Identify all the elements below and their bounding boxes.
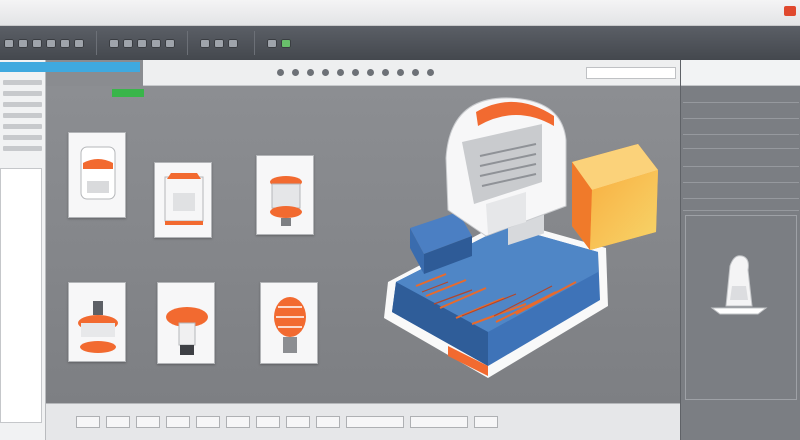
view-mode-button[interactable] (346, 416, 404, 428)
part-thumbnail[interactable] (256, 155, 314, 235)
property-row[interactable] (683, 92, 799, 103)
wireframe-icon[interactable] (367, 69, 374, 76)
ribbon-group-edit (109, 38, 175, 48)
paste-icon[interactable] (165, 38, 175, 48)
part-thumbnail[interactable] (68, 282, 126, 362)
view-cube-icon[interactable] (382, 69, 389, 76)
measure-icon[interactable] (267, 38, 277, 48)
render-icon[interactable] (281, 38, 291, 48)
part-preview-icon (80, 146, 116, 200)
status-bar (46, 403, 680, 440)
view-top-button[interactable] (106, 416, 130, 428)
redo-icon[interactable] (123, 38, 133, 48)
save-icon[interactable] (32, 38, 42, 48)
part-preview-icon (164, 173, 204, 225)
print-icon[interactable] (46, 38, 56, 48)
export-icon[interactable] (60, 38, 70, 48)
property-row[interactable] (683, 172, 799, 183)
part-thumbnail[interactable] (157, 282, 215, 364)
display-mode-button[interactable] (410, 416, 468, 428)
tree-item[interactable] (3, 135, 42, 140)
part-thumbnail[interactable] (154, 162, 212, 238)
tree-item[interactable] (3, 124, 42, 129)
view-bottom-button[interactable] (226, 416, 250, 428)
part-preview-icon (710, 255, 768, 315)
light-icon[interactable] (397, 69, 404, 76)
tree-item[interactable] (3, 102, 42, 107)
ribbon-group-tools (267, 38, 295, 48)
new-icon[interactable] (4, 38, 14, 48)
close-icon[interactable] (784, 6, 796, 16)
camera-icon[interactable] (412, 69, 419, 76)
tree-item[interactable] (3, 91, 42, 96)
part-preview-icon (270, 176, 302, 226)
cad-window (0, 0, 800, 440)
ribbon-separator (96, 31, 97, 55)
ribbon-toolbar (0, 26, 800, 60)
units-button[interactable] (474, 416, 498, 428)
view-back-button[interactable] (196, 416, 220, 428)
part-preview-icon (274, 297, 306, 353)
fillet-icon[interactable] (228, 38, 238, 48)
undo-icon[interactable] (109, 38, 119, 48)
extrude-icon[interactable] (214, 38, 224, 48)
progress-indicator (112, 89, 144, 97)
sketch-icon[interactable] (200, 38, 210, 48)
part-preview-icon (166, 307, 208, 355)
part-thumbnail[interactable] (260, 282, 318, 364)
menu-bar (0, 0, 800, 26)
shade-icon[interactable] (352, 69, 359, 76)
property-row[interactable] (683, 138, 799, 149)
property-row[interactable] (683, 200, 799, 211)
view-section-button[interactable] (316, 416, 340, 428)
part-preview-icon (78, 301, 118, 353)
section-icon[interactable] (337, 69, 344, 76)
ribbon-group-view (200, 38, 242, 48)
tree-item[interactable] (3, 146, 42, 151)
property-row[interactable] (683, 124, 799, 135)
viewport-toolbar (143, 60, 680, 86)
tree-item[interactable] (3, 80, 42, 85)
view-right-button[interactable] (136, 416, 160, 428)
tree-item[interactable] (3, 113, 42, 118)
ribbon-group-file (4, 38, 84, 48)
search-input[interactable] (586, 66, 676, 79)
rotate-icon[interactable] (277, 69, 284, 76)
ribbon-separator (254, 31, 255, 55)
properties-panel (680, 60, 800, 440)
property-row[interactable] (683, 156, 799, 167)
settings-icon[interactable] (427, 69, 434, 76)
panel-title (681, 60, 800, 86)
active-tab-highlight[interactable] (0, 62, 140, 72)
fit-icon[interactable] (322, 69, 329, 76)
zoom-icon[interactable] (307, 69, 314, 76)
feature-tree-panel (0, 60, 140, 440)
view-front-button[interactable] (76, 416, 100, 428)
property-row[interactable] (683, 188, 799, 199)
cut-icon[interactable] (137, 38, 147, 48)
property-row[interactable] (683, 108, 799, 119)
view-left-button[interactable] (256, 416, 280, 428)
properties-list[interactable] (0, 168, 42, 423)
view-named-button[interactable] (286, 416, 310, 428)
part-thumbnail[interactable] (68, 132, 126, 218)
pan-icon[interactable] (292, 69, 299, 76)
ribbon-separator (187, 31, 188, 55)
import-icon[interactable] (74, 38, 84, 48)
model-viewport[interactable] (46, 86, 680, 403)
copy-icon[interactable] (151, 38, 161, 48)
view-iso-button[interactable] (166, 416, 190, 428)
open-icon[interactable] (18, 38, 28, 48)
assembly-model-3d[interactable] (376, 86, 676, 396)
part-preview[interactable] (685, 215, 797, 400)
